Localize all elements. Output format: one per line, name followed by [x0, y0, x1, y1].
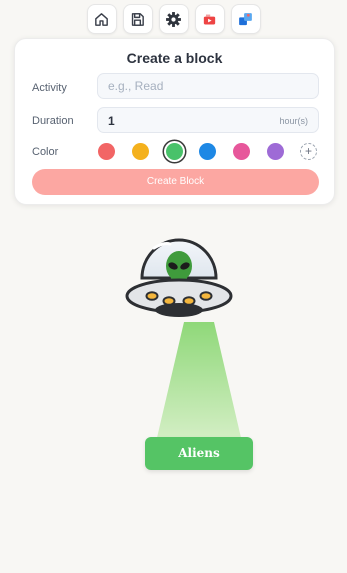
color-swatch-purple[interactable] — [267, 143, 284, 160]
color-swatch-pink[interactable] — [233, 143, 250, 160]
color-swatch-red[interactable] — [98, 143, 115, 160]
duration-field[interactable]: 1 hour(s) — [97, 107, 319, 133]
activity-input[interactable] — [98, 74, 318, 98]
color-label: Color — [32, 146, 59, 158]
color-swatch-orange[interactable] — [132, 143, 149, 160]
color-swatch-green[interactable] — [166, 143, 183, 160]
home-icon — [95, 12, 108, 26]
activity-label: Activity — [32, 82, 67, 94]
ufo-alien-illustration — [125, 238, 233, 317]
color-swatch-blue[interactable] — [199, 143, 216, 160]
share-icon — [239, 12, 252, 25]
save-icon — [131, 12, 144, 26]
duration-value: 1 — [108, 114, 115, 128]
aliens-button[interactable]: Aliens — [145, 437, 253, 470]
create-block-card: Create a block Activity Duration 1 hour(… — [14, 38, 335, 205]
settings-button[interactable] — [158, 4, 189, 34]
share-button[interactable] — [230, 4, 261, 34]
tractor-beam — [156, 322, 242, 442]
video-icon — [203, 14, 216, 24]
home-button[interactable] — [86, 4, 117, 34]
video-button[interactable] — [194, 4, 225, 34]
add-color-button[interactable]: + — [300, 143, 317, 160]
gear-icon — [166, 11, 181, 27]
top-toolbar — [0, 4, 347, 34]
save-button[interactable] — [122, 4, 153, 34]
card-title: Create a block — [126, 50, 223, 66]
activity-field[interactable] — [97, 73, 319, 99]
duration-label: Duration — [32, 115, 74, 127]
duration-unit: hour(s) — [279, 116, 308, 126]
create-block-button[interactable]: Create Block — [32, 169, 319, 195]
